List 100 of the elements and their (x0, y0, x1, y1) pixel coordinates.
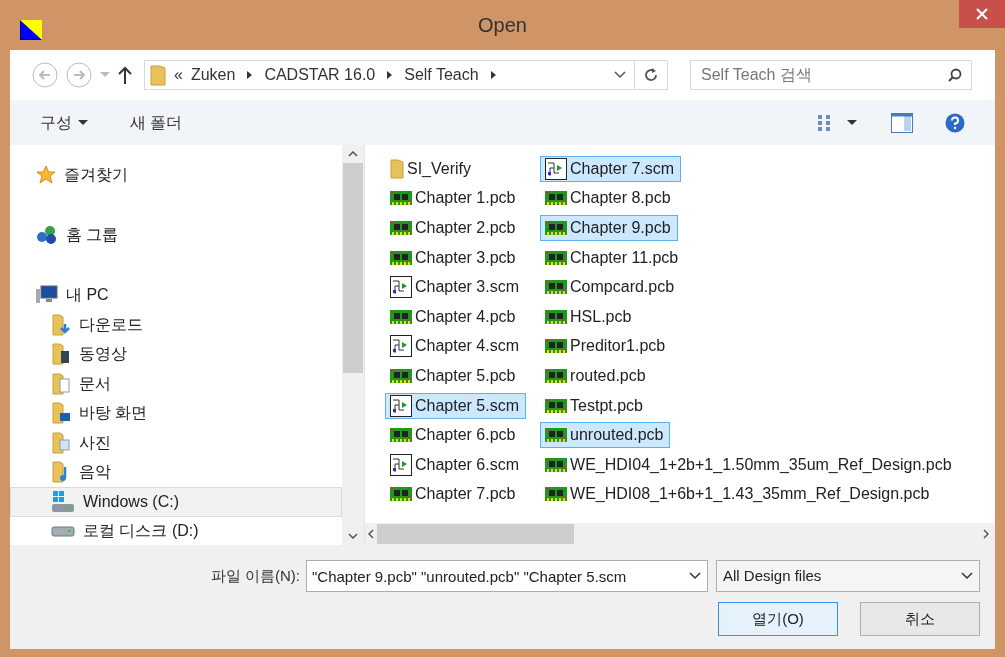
circuit-board-icon (390, 221, 412, 235)
file-item[interactable]: Chapter 8.pcb (540, 185, 678, 212)
circuit-board-icon (545, 339, 568, 354)
sidebar-item[interactable]: 문서 (10, 369, 342, 399)
up-arrow-icon[interactable] (118, 66, 132, 84)
circuit-board-icon (390, 250, 412, 265)
file-item[interactable]: Chapter 4.pcb (385, 303, 523, 330)
horizontal-scrollbar[interactable] (365, 523, 995, 545)
vertical-scrollbar[interactable] (342, 145, 364, 545)
file-item[interactable]: HSL.pcb (540, 303, 639, 330)
schematic-icon (390, 335, 412, 358)
circuit-board-icon (545, 428, 568, 443)
file-item[interactable]: Chapter 9.pcb (540, 215, 678, 241)
close-button[interactable] (959, 0, 1005, 28)
sidebar-item[interactable]: 사진 (10, 428, 342, 458)
file-item[interactable]: Chapter 4.scm (385, 333, 527, 360)
open-button[interactable]: 열기(O) (718, 602, 838, 636)
help-icon[interactable] (945, 112, 965, 133)
file-item[interactable]: Chapter 5.scm (385, 392, 527, 419)
file-name-label: 파일 이름(N): (210, 565, 300, 586)
file-item[interactable]: Chapter 6.pcb (385, 422, 523, 449)
chevron-right-icon[interactable] (247, 71, 253, 79)
circuit-board-icon (545, 309, 568, 324)
file-item[interactable]: Preditor1.pcb (540, 333, 673, 360)
circuit-board-icon (390, 368, 412, 383)
circuit-board-icon (545, 368, 568, 383)
preview-pane-icon[interactable] (891, 112, 913, 133)
file-item[interactable]: Compcard.pcb (540, 274, 682, 301)
file-item[interactable]: Chapter 11.pcb (540, 244, 686, 271)
breadcrumb-item[interactable]: CADSTAR 16.0 (264, 63, 376, 87)
file-type-dropdown[interactable]: All Design files (716, 560, 980, 592)
chevron-right-icon[interactable] (490, 71, 496, 79)
refresh-icon[interactable] (644, 68, 658, 82)
circuit-board-icon (390, 309, 412, 324)
star-icon (36, 165, 56, 185)
file-item[interactable]: Chapter 3.scm (385, 274, 527, 301)
dropdown-icon (78, 119, 88, 126)
file-item[interactable]: Chapter 3.pcb (385, 244, 523, 271)
sidebar-item[interactable]: 즐겨찾기 (10, 160, 342, 190)
chevron-right-icon[interactable] (983, 529, 989, 539)
file-item[interactable]: routed.pcb (540, 362, 653, 389)
scrollbar-thumb[interactable] (377, 524, 574, 544)
schematic-icon (390, 276, 412, 299)
circuit-board-icon (390, 428, 412, 443)
scrollbar-thumb[interactable] (343, 163, 363, 373)
organize-menu[interactable]: 구성 (40, 110, 88, 135)
chevron-down-icon[interactable] (689, 572, 701, 580)
chevron-up-icon[interactable] (348, 151, 358, 157)
cancel-button[interactable]: 취소 (860, 602, 980, 636)
sidebar-item[interactable]: 다운로드 (10, 310, 342, 340)
circuit-board-icon (545, 191, 568, 206)
sidebar-item[interactable]: Windows (C:) (10, 487, 342, 517)
file-item[interactable]: Chapter 7.scm (540, 155, 682, 182)
file-name-field[interactable]: "Chapter 9.pcb" "unrouted.pcb" "Chapter 5.scm (306, 560, 708, 592)
file-item[interactable]: Chapter 1.pcb (385, 185, 523, 212)
drive-icon (51, 490, 75, 513)
file-item[interactable]: Chapter 7.pcb (385, 481, 523, 508)
breadcrumb-item[interactable]: Self Teach (404, 63, 479, 87)
computer-icon (36, 285, 58, 305)
sidebar-item[interactable]: 로컬 디스크 (D:) (10, 516, 342, 546)
breadcrumb-item[interactable]: Zuken (190, 63, 236, 87)
chevron-right-icon[interactable] (387, 71, 393, 79)
chevron-down-icon (961, 572, 973, 580)
file-item[interactable]: Chapter 6.scm (385, 451, 527, 478)
dropdown-icon[interactable] (847, 119, 857, 126)
new-folder-button[interactable]: 새 폴더 (130, 110, 183, 135)
file-type-value: All Design files (723, 565, 823, 586)
chevron-down-icon[interactable] (348, 533, 358, 539)
schematic-icon (390, 453, 412, 476)
sidebar-item[interactable]: 동영상 (10, 339, 342, 369)
address-bar[interactable]: « Zuken CADSTAR 16.0 Self Teach (144, 60, 668, 90)
chevron-left-icon[interactable] (368, 529, 374, 539)
file-item[interactable]: Chapter 5.pcb (385, 362, 523, 389)
chevron-down-icon[interactable] (614, 71, 626, 79)
folder-icon (51, 372, 71, 395)
circuit-board-icon (545, 250, 568, 265)
file-item[interactable]: SI_Verify (385, 155, 479, 182)
circuit-board-icon (545, 221, 568, 235)
circuit-board-icon (390, 191, 412, 206)
folder-icon (51, 431, 71, 454)
circuit-board-icon (545, 487, 568, 502)
folder-icon (51, 343, 71, 366)
file-item[interactable]: unrouted.pcb (540, 422, 671, 449)
folder-icon (51, 313, 71, 336)
window-title: Open (478, 13, 527, 38)
search-icon (948, 68, 962, 82)
sidebar-item[interactable]: 음악 (10, 457, 342, 487)
file-item[interactable]: WE_HDI04_1+2b+1_1.50mm_35um_Ref_Design.pcb (540, 451, 959, 478)
sidebar-item[interactable]: 홈 그룹 (10, 220, 342, 250)
sidebar-item[interactable]: 바탕 화면 (10, 398, 342, 428)
path-overflow[interactable]: « (174, 63, 183, 87)
folder-icon (390, 158, 404, 179)
sidebar-item[interactable]: 내 PC (10, 280, 342, 310)
folder-icon (150, 64, 166, 86)
drive-icon (51, 525, 75, 538)
file-item[interactable]: WE_HDI08_1+6b+1_1.43_35mm_Ref_Design.pcb (540, 481, 937, 508)
file-item[interactable]: Testpt.pcb (540, 392, 650, 419)
search-field[interactable]: Self Teach 검색 (690, 60, 972, 90)
app-icon (20, 20, 42, 40)
file-item[interactable]: Chapter 2.pcb (385, 215, 523, 241)
